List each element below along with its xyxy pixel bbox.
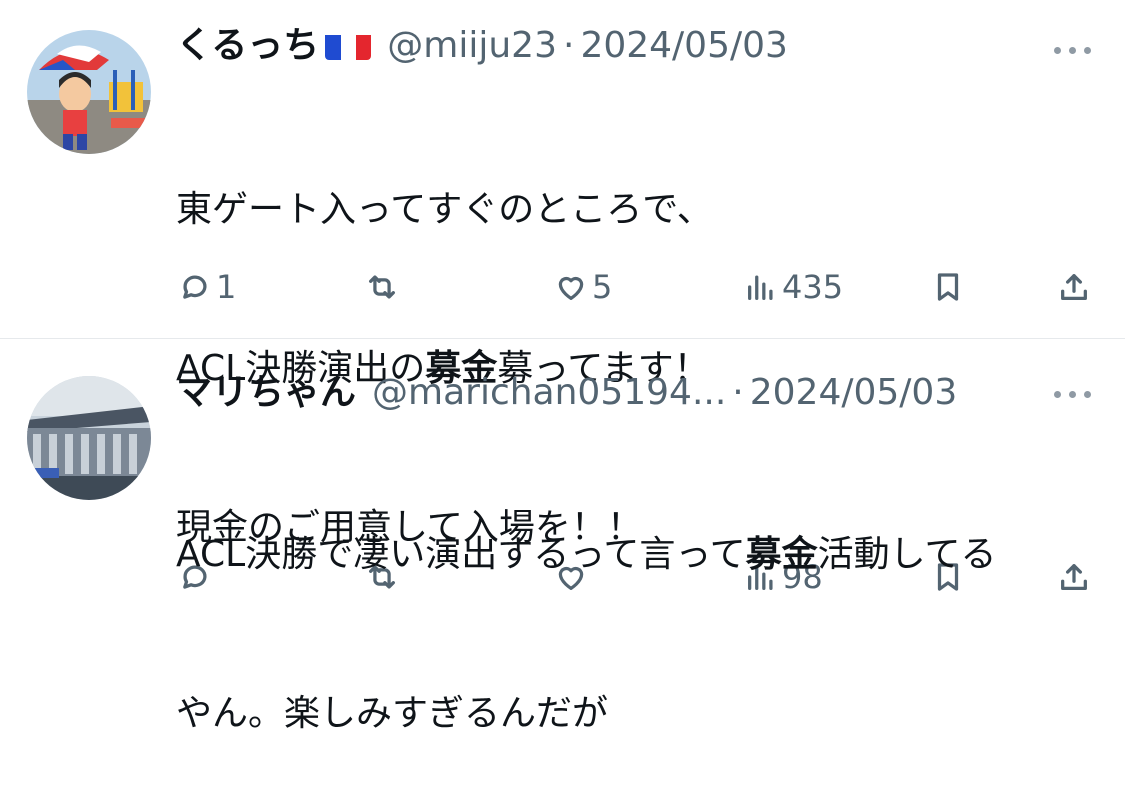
avatar[interactable] [27,376,151,500]
france-flag-icon [325,30,372,60]
like-button[interactable]: 5 [554,267,612,307]
reply-count: 1 [216,268,237,306]
bookmark-button[interactable] [931,267,965,307]
retweet-button[interactable] [365,267,403,307]
tweet-header: マリちゃん @marichan05194... · 2024/05/03 [176,369,957,417]
separator-dot: · [562,25,575,66]
share-icon [1061,274,1087,300]
like-count: 5 [592,268,613,306]
avatar[interactable] [27,30,151,154]
tweet-date[interactable]: 2024/05/03 [580,25,788,66]
tweet-text-line: やん。楽しみすぎるんだが [176,693,609,734]
share-button[interactable] [1057,267,1091,307]
tweet[interactable]: くるっち @miiju23 · 2024/05/03 東ゲート入ってすぐのところで、 … [0,0,1125,548]
more-icon[interactable] [1052,44,1092,56]
tweet-text: ACL決勝で凄い演出するって言って募金活動してる やん。楽しみすぎるんだが [176,422,1106,793]
views-count: 435 [782,268,844,306]
action-bar: 1 5 435 [0,267,1125,307]
bookmark-icon [937,273,959,301]
tweet-date[interactable]: 2024/05/03 [750,372,958,413]
reply-icon [183,275,207,299]
display-name[interactable]: マリちゃん [176,372,356,413]
retweet-icon [369,275,395,299]
highlighted-keyword: 募金 [745,534,818,575]
views-icon [748,275,773,300]
tweet-text-line: 東ゲート入ってすぐのところで、 [176,189,713,230]
display-name[interactable]: くるっち [176,25,319,66]
user-handle[interactable]: @miiju23 [387,25,557,66]
like-icon [558,276,584,300]
tweet-header: くるっち @miiju23 · 2024/05/03 [176,22,788,70]
tweet-text-line: ACL決勝で凄い演出するって言って募金活動してる [176,534,997,575]
reply-button[interactable]: 1 [178,267,236,307]
more-icon[interactable] [1052,388,1092,400]
user-handle[interactable]: @marichan05194... [372,372,726,413]
views-button[interactable]: 435 [744,267,843,307]
separator-dot: · [732,372,744,413]
